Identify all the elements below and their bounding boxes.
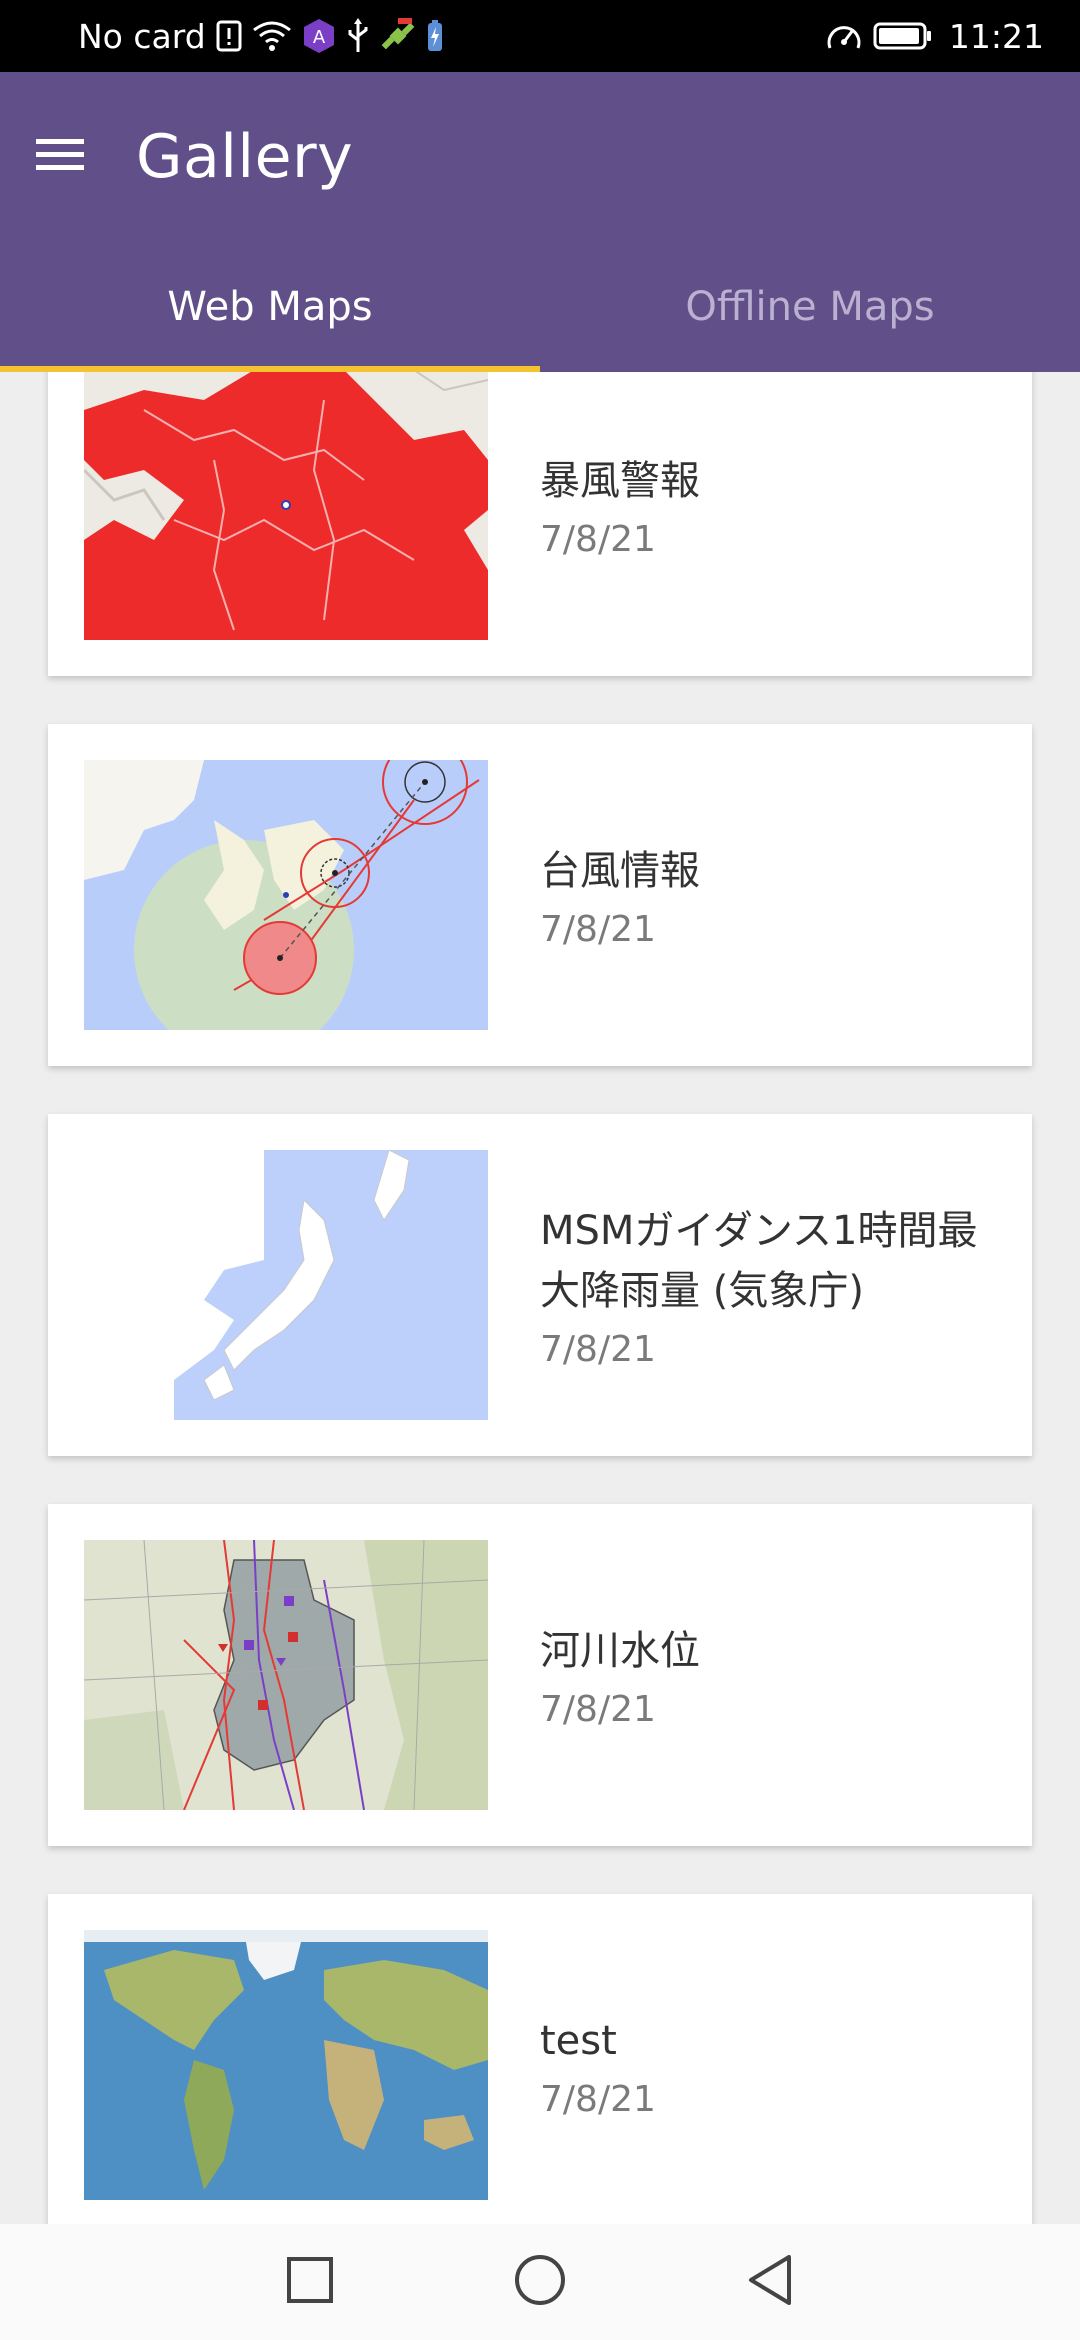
tab-bar: Web Maps Offline Maps (0, 242, 1080, 372)
map-card-text: MSMガイダンス1時間最大降雨量 (気象庁) 7/8/21 (540, 1114, 1010, 1456)
hamburger-menu-icon (36, 137, 84, 177)
tab-web-maps[interactable]: Web Maps (0, 242, 540, 372)
svg-text:A: A (313, 27, 326, 48)
map-card-text: 暴風警報 7/8/21 (540, 372, 1010, 676)
map-card[interactable]: 台風情報 7/8/21 (48, 724, 1032, 1066)
speedometer-icon (825, 16, 863, 56)
river-level-map-thumbnail (84, 1540, 488, 1810)
battery-saver-icon (426, 16, 444, 56)
map-card-text: 台風情報 7/8/21 (540, 724, 1010, 1066)
map-title: 河川水位 (540, 1627, 700, 1674)
map-date: 7/8/21 (540, 1328, 656, 1370)
home-circle-icon (513, 2253, 567, 2311)
battery-icon (873, 16, 933, 56)
map-date: 7/8/21 (540, 1688, 656, 1730)
system-navigation-bar (0, 2224, 1080, 2340)
map-card[interactable]: 河川水位 7/8/21 (48, 1504, 1032, 1846)
map-list[interactable]: 暴風警報 7/8/21 台風情報 7/8/21 MSMガイダンス1時間最大降雨量… (0, 372, 1080, 2224)
map-title: 台風情報 (540, 847, 700, 894)
map-date: 7/8/21 (540, 2078, 656, 2120)
satellite-icon (380, 16, 416, 56)
back-triangle-icon (745, 2253, 795, 2311)
status-bar-right: 11:21 (825, 16, 1044, 56)
map-title: 暴風警報 (540, 457, 700, 504)
usb-icon (346, 16, 370, 56)
tab-offline-maps[interactable]: Offline Maps (540, 242, 1080, 372)
map-card[interactable]: 暴風警報 7/8/21 (48, 372, 1032, 676)
recents-square-icon (285, 2255, 335, 2309)
warning-map-thumbnail (84, 372, 488, 640)
status-bar: No card A 11:21 (0, 0, 1080, 72)
tab-label: Offline Maps (685, 284, 935, 330)
world-map-thumbnail (84, 1930, 488, 2200)
wifi-icon (252, 16, 292, 56)
toolbar: Gallery (0, 72, 1080, 242)
status-bar-left: No card A (78, 16, 444, 56)
map-title: test (540, 2017, 617, 2064)
home-button[interactable] (425, 2224, 655, 2340)
clock: 11:21 (948, 16, 1044, 56)
map-card-text: 河川水位 7/8/21 (540, 1504, 1010, 1846)
app-notification-icon: A (302, 16, 336, 56)
map-card[interactable]: MSMガイダンス1時間最大降雨量 (気象庁) 7/8/21 (48, 1114, 1032, 1456)
recents-button[interactable] (195, 2224, 425, 2340)
page-title: Gallery (136, 122, 354, 192)
map-card-text: test 7/8/21 (540, 1894, 1010, 2224)
rainfall-map-thumbnail (84, 1150, 488, 1420)
tab-label: Web Maps (167, 284, 373, 330)
map-date: 7/8/21 (540, 518, 656, 560)
app-bar: Gallery Web Maps Offline Maps (0, 72, 1080, 372)
map-card[interactable]: test 7/8/21 (48, 1894, 1032, 2224)
hamburger-menu-button[interactable] (0, 97, 120, 217)
back-button[interactable] (655, 2224, 885, 2340)
typhoon-map-thumbnail (84, 760, 488, 1030)
map-title: MSMガイダンス1時間最大降雨量 (気象庁) (540, 1207, 978, 1314)
map-date: 7/8/21 (540, 908, 656, 950)
carrier-label: No card (78, 16, 206, 56)
sim-alert-icon (216, 16, 242, 56)
